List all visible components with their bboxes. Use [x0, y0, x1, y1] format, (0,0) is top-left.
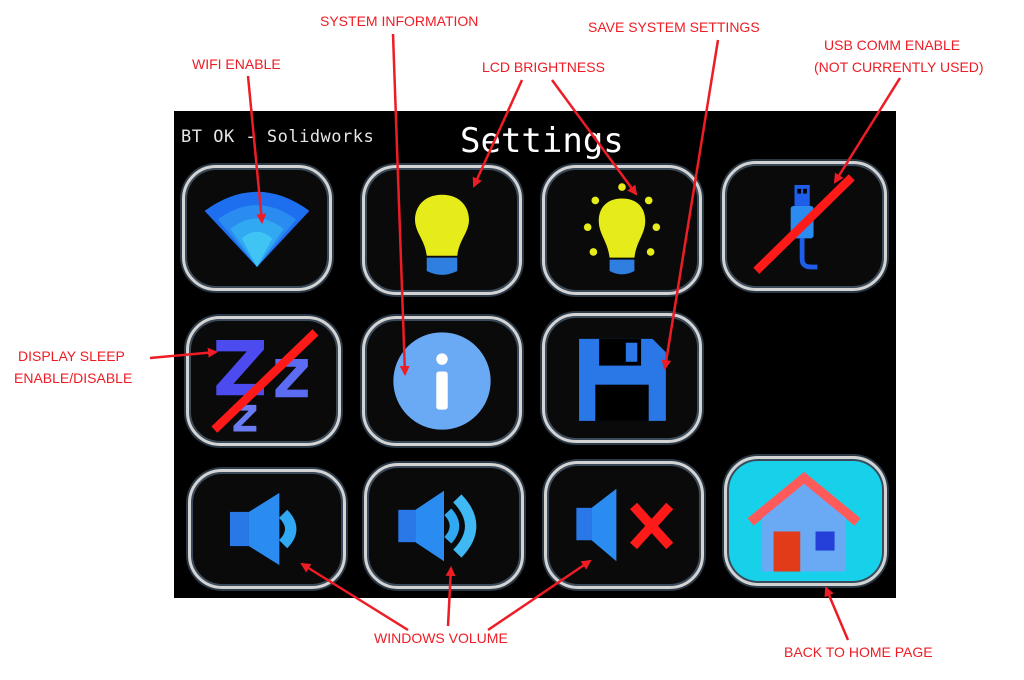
arrow-volume-center — [445, 566, 456, 627]
arrow-home — [824, 586, 850, 641]
arrow-volume-left — [300, 562, 409, 632]
arrow-wifi — [246, 75, 267, 224]
arrow-lcd-left — [472, 79, 524, 188]
arrow-display-sleep — [149, 347, 218, 360]
arrow-system-information — [391, 33, 410, 376]
arrow-usb — [833, 77, 902, 184]
arrow-volume-right — [487, 559, 592, 632]
arrow-save — [661, 39, 720, 370]
annotation-arrows — [149, 33, 902, 641]
arrow-lcd-right — [550, 79, 638, 196]
